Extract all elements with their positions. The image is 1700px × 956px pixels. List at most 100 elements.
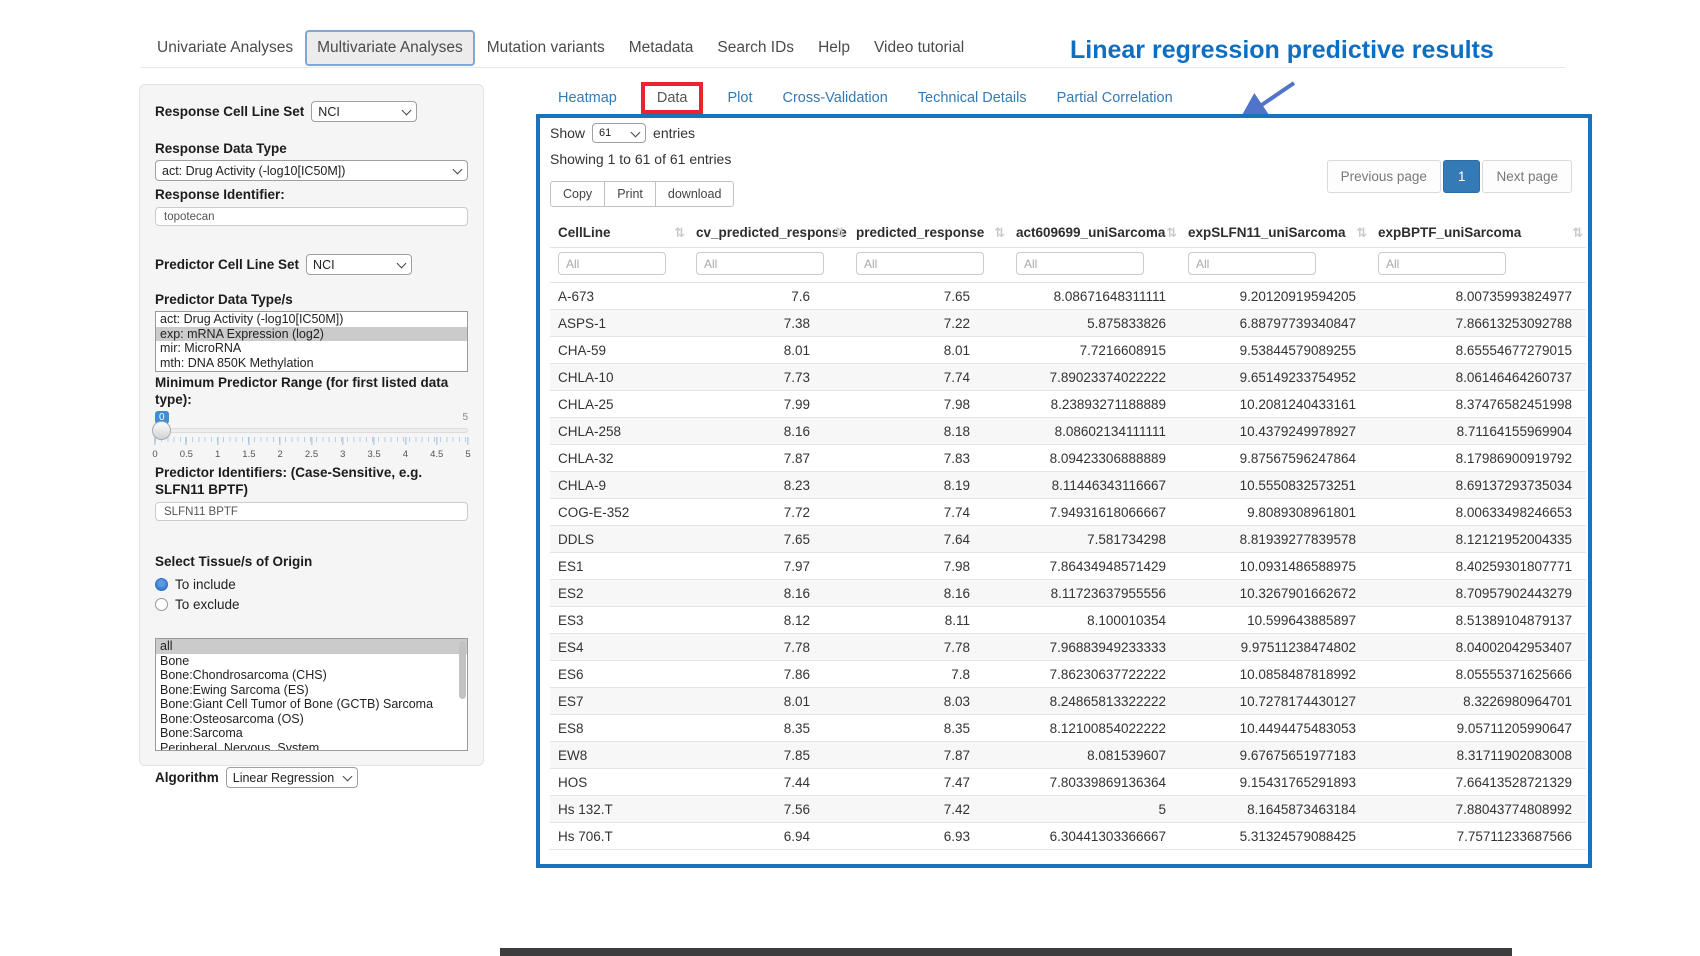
print-button[interactable]: Print [604,181,656,207]
entries-select-control[interactable]: 61 [592,123,646,143]
sort-icon: ⇅ [674,225,685,241]
nav-metadata[interactable]: Metadata [617,30,706,66]
predicted-response-cell: 7.47 [848,769,1008,796]
cv-predicted-response-cell: 6.94 [688,823,848,850]
predictor-data-type-option[interactable]: mth: DNA 850K Methylation [156,356,467,371]
act609699-cell: 7.86434948571429 [1008,553,1180,580]
column-filter-input[interactable] [558,252,666,275]
tissue-option[interactable]: Peripheral_Nervous_System [156,741,467,752]
nav-mutation-variants[interactable]: Mutation variants [475,30,617,66]
cv-predicted-response-cell: 7.56 [688,796,848,823]
predictor-cell-line-set-select-control[interactable]: NCI [306,254,412,275]
cv-predicted-response-cell: 7.99 [688,391,848,418]
nav-help[interactable]: Help [806,30,862,66]
column-filter-input[interactable] [1188,252,1316,275]
expbptf-cell: 8.70957902443279 [1370,580,1586,607]
nav-search-ids[interactable]: Search IDs [705,30,806,66]
nav-video-tutorial[interactable]: Video tutorial [862,30,976,66]
cellline-cell: CHLA-9 [550,472,688,499]
copy-button[interactable]: Copy [550,181,605,207]
cellline-cell: ASPS-1 [550,310,688,337]
tissue-option[interactable]: Bone:Osteosarcoma (OS) [156,712,467,727]
cellline-cell: A-673 [550,283,688,310]
cv-predicted-response-cell: 7.38 [688,310,848,337]
tissue-option[interactable]: Bone:Chondrosarcoma (CHS) [156,668,467,683]
column-filter-input[interactable] [1378,252,1506,275]
tissue-exclude-radio[interactable]: To exclude [155,594,468,614]
predictor-data-type-option[interactable]: mir: MicroRNA [156,341,467,356]
cellline-cell: ES1 [550,553,688,580]
table-row: ES3 8.12 8.11 8.100010354 10.59964388589… [550,607,1586,634]
act609699-cell: 8.08602134111111 [1008,418,1180,445]
listbox-scrollbar[interactable] [459,641,466,699]
cellline-cell: ES4 [550,634,688,661]
tissue-include-radio[interactable]: To include [155,574,468,594]
predictor-cell-line-set-select[interactable]: NCI [306,254,412,275]
algorithm-select-control[interactable]: Linear Regression [226,767,358,788]
response-identifier-input[interactable] [155,207,468,226]
tissue-option[interactable]: Bone:Giant Cell Tumor of Bone (GCTB) Sar… [156,697,467,712]
tissue-listbox[interactable]: all Bone Bone:Chondrosarcoma (CHS) Bone:… [155,638,468,751]
slider-handle[interactable] [152,421,171,440]
tab-partial-correlation[interactable]: Partial Correlation [1057,90,1173,106]
expslfn11-cell: 9.15431765291893 [1180,769,1370,796]
column-filter-input[interactable] [1016,252,1144,275]
tab-cross-validation[interactable]: Cross-Validation [782,90,887,106]
predictor-identifiers-input[interactable] [155,502,468,521]
column-header-cv-predicted-response[interactable]: cv_predicted_response⇅ [688,218,848,248]
nav-univariate-analyses[interactable]: Univariate Analyses [145,30,305,66]
predictor-data-type-option[interactable]: exp: mRNA Expression (log2) [156,327,467,342]
page-1-button[interactable]: 1 [1443,160,1481,193]
previous-page-button[interactable]: Previous page [1327,160,1441,193]
tissue-option[interactable]: Bone:Ewing Sarcoma (ES) [156,683,467,698]
column-header-expbptf[interactable]: expBPTF_uniSarcoma⇅ [1370,218,1586,248]
slider-tick: 4 [403,437,408,460]
response-data-type-select[interactable]: act: Drug Activity (-log10[IC50M]) [155,160,468,181]
response-cell-line-set-select[interactable]: NCI [311,101,417,122]
predictor-data-types-listbox[interactable]: act: Drug Activity (-log10[IC50M]) exp: … [155,311,468,372]
predicted-response-cell: 7.65 [848,283,1008,310]
column-header-expslfn11[interactable]: expSLFN11_uniSarcoma⇅ [1180,218,1370,248]
radio-unchecked-icon [155,598,168,611]
expbptf-cell: 8.37476582451998 [1370,391,1586,418]
predicted-response-cell: 7.42 [848,796,1008,823]
tab-data[interactable]: Data [641,82,704,114]
column-header-act609699[interactable]: act609699_uniSarcoma⇅ [1008,218,1180,248]
column-filter-input[interactable] [696,252,824,275]
next-page-button[interactable]: Next page [1482,160,1572,193]
annotation-title: Linear regression predictive results [1070,36,1494,65]
cellline-cell: CHLA-10 [550,364,688,391]
expslfn11-cell: 9.97511238474802 [1180,634,1370,661]
min-predictor-range-slider[interactable]: 0 5 0 0.5 1 1.5 2 2.5 3 3.5 4 [155,411,468,459]
column-header-predicted-response[interactable]: predicted_response⇅ [848,218,1008,248]
act609699-cell: 8.081539607 [1008,742,1180,769]
column-filter-input[interactable] [856,252,984,275]
predicted-response-cell: 7.78 [848,634,1008,661]
tab-technical-details[interactable]: Technical Details [918,90,1027,106]
response-cell-line-set-select-control[interactable]: NCI [311,101,417,122]
response-data-type-select-control[interactable]: act: Drug Activity (-log10[IC50M]) [155,160,468,181]
slider-track[interactable] [155,428,468,433]
predicted-response-cell: 8.01 [848,337,1008,364]
predictor-data-type-option[interactable]: act: Drug Activity (-log10[IC50M]) [156,312,467,327]
download-button[interactable]: download [655,181,735,207]
cellline-cell: CHLA-25 [550,391,688,418]
tissue-option[interactable]: Bone:Sarcoma [156,726,467,741]
tissue-option[interactable]: Bone [156,654,467,669]
cv-predicted-response-cell: 7.78 [688,634,848,661]
tab-plot[interactable]: Plot [727,90,752,106]
act609699-cell: 7.89023374022222 [1008,364,1180,391]
column-header-cellline[interactable]: CellLine⇅ [550,218,688,248]
act609699-cell: 7.7216608915 [1008,337,1180,364]
table-row: Hs 132.T 7.56 7.42 5 8.1645873463184 7.8… [550,796,1586,823]
cv-predicted-response-cell: 7.72 [688,499,848,526]
entries-select[interactable]: 61 [592,123,646,143]
slider-tick: 0.5 [180,437,193,460]
tissue-option[interactable]: all [156,639,467,654]
tab-heatmap[interactable]: Heatmap [558,90,617,106]
nav-multivariate-analyses[interactable]: Multivariate Analyses [305,30,475,66]
results-panel: Show 61 entries Showing 1 to 61 of 61 en… [536,114,1592,868]
cv-predicted-response-cell: 7.6 [688,283,848,310]
slider-tick: 3 [340,437,345,460]
algorithm-select[interactable]: Linear Regression [226,767,358,788]
